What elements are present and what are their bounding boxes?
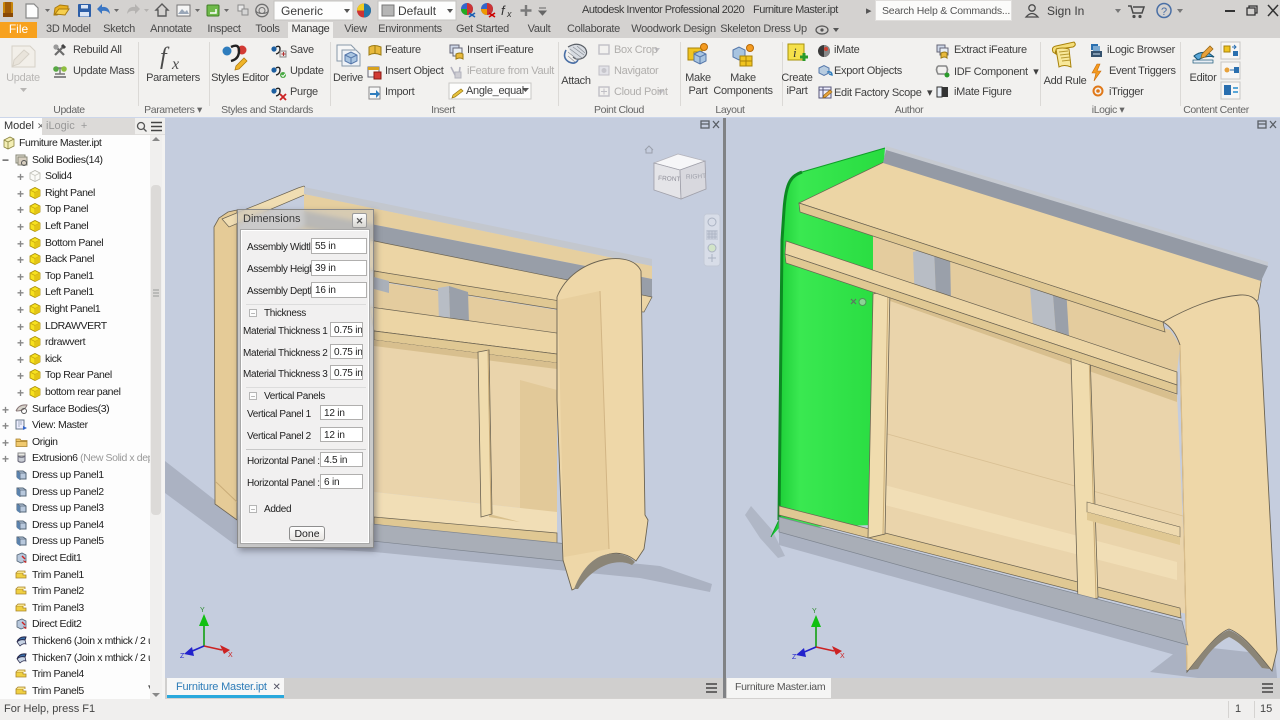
svg-text:Y: Y: [200, 607, 205, 614]
svg-text:FRONT: FRONT: [658, 175, 681, 183]
svg-text:?: ?: [1161, 6, 1167, 18]
svg-text:x: x: [506, 9, 512, 19]
svg-text:x: x: [171, 56, 179, 73]
svg-text:Generic: Generic: [281, 4, 323, 18]
svg-text:f: f: [160, 44, 170, 70]
svg-text:Z: Z: [180, 653, 185, 660]
svg-text:f: f: [501, 3, 506, 18]
svg-text:X: X: [840, 653, 845, 660]
svg-text:RIGHT: RIGHT: [686, 173, 707, 181]
svg-text:Default: Default: [398, 4, 437, 18]
svg-text:i: i: [793, 45, 797, 60]
svg-text:Sign In: Sign In: [1047, 4, 1084, 18]
svg-text:X: X: [228, 652, 233, 659]
svg-text:Y: Y: [812, 608, 817, 615]
svg-text:Z: Z: [792, 654, 797, 661]
